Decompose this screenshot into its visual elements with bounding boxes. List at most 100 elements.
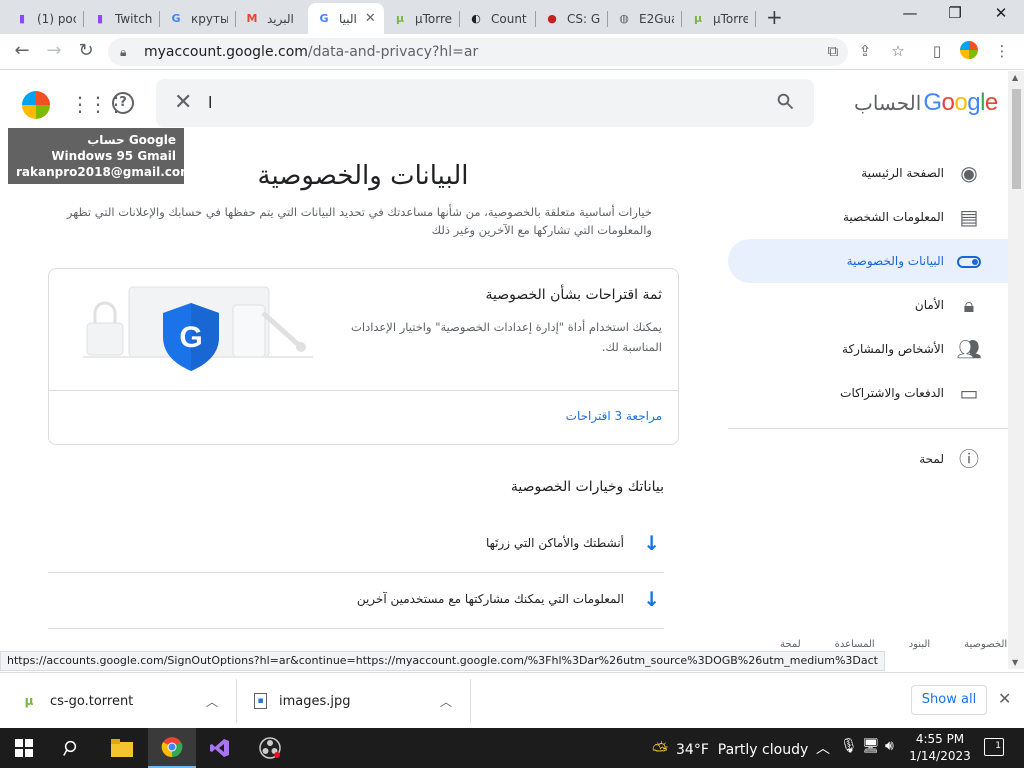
- scroll-up-icon[interactable]: ▲: [1012, 73, 1018, 82]
- translate-icon[interactable]: ⧉: [822, 42, 844, 60]
- tooltip-line2: Windows 95 Gmail: [51, 149, 176, 163]
- tab-e2guardian[interactable]: ◍ E2Gua: [608, 3, 682, 34]
- address-bar[interactable]: 🔒︎ myaccount.google.com/data-and-privacy…: [108, 38, 848, 66]
- sidebar-item-about[interactable]: ⓘ لمحة: [728, 437, 1008, 481]
- footer-link-about[interactable]: لمحة: [780, 639, 801, 650]
- tab-gmail[interactable]: M البريد: [236, 3, 308, 34]
- taskbar-clock[interactable]: 4:55 PM 1/14/2023: [906, 731, 974, 765]
- google-account-logo[interactable]: الحسابGoogle: [854, 89, 998, 117]
- card-divider: [49, 390, 678, 391]
- download-item-image[interactable]: ▪ images.jpg ︿: [254, 673, 464, 729]
- logo-google-text: Google: [923, 89, 998, 116]
- search-icon[interactable]: [48, 728, 96, 768]
- sidebar-item-personal-info[interactable]: ▤ المعلومات الشخصية: [728, 195, 1008, 239]
- tab-twitch-1[interactable]: ▮ (1) poc: [6, 3, 84, 34]
- forward-icon[interactable]: →: [42, 40, 66, 61]
- twitch-icon: ▮: [18, 12, 26, 25]
- weather-widget[interactable]: ⛅︎ 34°F Partly cloudy: [652, 738, 808, 762]
- close-tab-icon[interactable]: ✕: [365, 11, 376, 26]
- chevron-up-icon[interactable]: ︿: [440, 693, 452, 710]
- download-item-torrent[interactable]: µ cs-go.torrent ︿: [20, 673, 230, 729]
- sidebar-divider: [728, 428, 1008, 429]
- sidebar-item-payments[interactable]: ▭ الدفعات والاشتراكات: [728, 371, 1008, 415]
- search-icon[interactable]: [776, 92, 794, 110]
- maximize-icon[interactable]: ❐: [943, 4, 967, 22]
- scrollbar-thumb[interactable]: [1012, 89, 1021, 189]
- utorrent-icon: µ: [24, 694, 34, 708]
- file-explorer-icon[interactable]: [98, 728, 146, 768]
- obs-icon[interactable]: [246, 728, 294, 768]
- clear-search-icon[interactable]: ✕: [174, 90, 192, 115]
- review-suggestions-link[interactable]: مراجعة 3 اقتراحات: [566, 409, 662, 423]
- card-body: يمكنك استخدام أداة "إدارة إعدادات الخصوص…: [351, 320, 662, 354]
- tab-counter[interactable]: ◐ Count: [460, 3, 536, 34]
- account-search-input[interactable]: ✕ ا: [156, 79, 814, 127]
- gmail-icon: M: [246, 12, 258, 25]
- tab-title: µTorre: [713, 11, 748, 26]
- globe-icon: ◍: [619, 12, 629, 25]
- tab-title: البيا: [339, 11, 357, 26]
- volume-icon[interactable]: 🔊︎: [885, 738, 894, 754]
- bookmark-star-icon[interactable]: ☆: [887, 42, 909, 60]
- sidebar-item-data-privacy[interactable]: البيانات والخصوصية: [728, 239, 1008, 283]
- lock-icon: 🔒︎: [120, 44, 127, 59]
- tab-csgo[interactable]: ● CS: GO: [536, 3, 608, 34]
- account-avatar[interactable]: [22, 91, 50, 119]
- tab-twitch-2[interactable]: ▮ Twitch: [84, 3, 160, 34]
- sidebar-item-home[interactable]: ◉ الصفحة الرئيسية: [728, 151, 1008, 195]
- side-panel-icon[interactable]: ▯: [926, 42, 948, 60]
- tooltip-line3: rakanpro2018@gmail.com: [16, 165, 193, 179]
- profile-avatar-icon[interactable]: [958, 41, 980, 63]
- chevron-up-icon[interactable]: ︿: [816, 738, 830, 758]
- menu-kebab-icon[interactable]: ⋮: [991, 42, 1013, 60]
- tab-title: CS: GO: [567, 11, 600, 26]
- page-content: ⋮⋮⋮ ? ✕ ا الحسابGoogle ◉ الصفحة الرئيسية…: [0, 71, 1008, 653]
- windows-taskbar: ⛅︎ 34°F Partly cloudy ︿ 🎙︎ 🖥︎ 🔊︎ 4:55 PM…: [0, 728, 1024, 768]
- scroll-down-icon[interactable]: ▼: [1012, 658, 1018, 667]
- minimize-icon[interactable]: —: [898, 4, 922, 22]
- page-title: البيانات والخصوصية: [257, 161, 469, 191]
- close-window-icon[interactable]: ✕: [989, 4, 1013, 22]
- tab-utorrent-2[interactable]: µ µTorre: [682, 3, 756, 34]
- chevron-up-icon[interactable]: ︿: [206, 693, 218, 710]
- logo-account-text: الحساب: [854, 93, 922, 115]
- tab-strip: ▮ (1) poc ▮ Twitch G крутые M البريد G ا…: [0, 0, 1024, 34]
- notification-count: 1: [995, 741, 1001, 751]
- windows-start-icon[interactable]: [0, 728, 48, 768]
- share-icon[interactable]: ⇪: [854, 42, 876, 60]
- tab-utorrent-1[interactable]: µ µTorre: [384, 3, 460, 34]
- close-shelf-icon[interactable]: ✕: [998, 689, 1011, 708]
- tab-data-privacy[interactable]: G البيا ✕: [308, 3, 384, 34]
- sidebar-item-label: الأشخاص والمشاركة: [842, 342, 944, 356]
- tab-title: البريد: [267, 11, 294, 26]
- visual-studio-icon[interactable]: [196, 728, 244, 768]
- apps-grid-icon[interactable]: ⋮⋮⋮: [70, 92, 126, 116]
- footer-link-privacy[interactable]: الخصوصية: [964, 639, 1007, 650]
- list-item-label: أنشطتك والأماكن التي زرتَها: [485, 536, 624, 550]
- show-all-downloads-button[interactable]: Show all: [911, 685, 987, 715]
- chrome-icon[interactable]: [148, 728, 196, 768]
- image-file-icon: ▪: [254, 693, 267, 709]
- tab-google-search[interactable]: G крутые: [160, 3, 236, 34]
- sidebar-item-label: المعلومات الشخصية: [843, 210, 944, 224]
- footer-link-help[interactable]: المساعدة: [835, 639, 875, 650]
- sidebar-item-label: الصفحة الرئيسية: [861, 166, 944, 180]
- microphone-icon[interactable]: 🎙︎: [840, 738, 858, 754]
- footer-link-terms[interactable]: البنود: [909, 639, 930, 650]
- notification-icon[interactable]: 1: [984, 738, 1004, 756]
- network-icon[interactable]: 🖥︎: [862, 738, 880, 754]
- tooltip-line1: حساب Google: [87, 133, 176, 147]
- list-item-activity[interactable]: ↓ أنشطتك والأماكن التي زرتَها: [48, 517, 664, 573]
- sidebar-item-people-sharing[interactable]: 👥︎ الأشخاص والمشاركة: [728, 327, 1008, 371]
- page-scrollbar[interactable]: ▲ ▼: [1008, 71, 1024, 669]
- sidebar-item-security[interactable]: 🔒︎ الأمان: [728, 283, 1008, 327]
- arrow-down-icon: ↓: [643, 531, 660, 555]
- new-tab-button[interactable]: +: [766, 5, 783, 29]
- list-item-shared-info[interactable]: ↓ المعلومات التي يمكنك مشاركتها مع مستخد…: [48, 573, 664, 629]
- reload-icon[interactable]: ↻: [74, 40, 98, 61]
- google-icon: G: [171, 12, 181, 25]
- back-icon[interactable]: ←: [10, 40, 34, 61]
- help-icon[interactable]: ?: [112, 92, 134, 114]
- browser-toolbar: ← → ↻ 🔒︎ myaccount.google.com/data-and-p…: [0, 34, 1024, 70]
- tab-title: крутые: [191, 11, 228, 26]
